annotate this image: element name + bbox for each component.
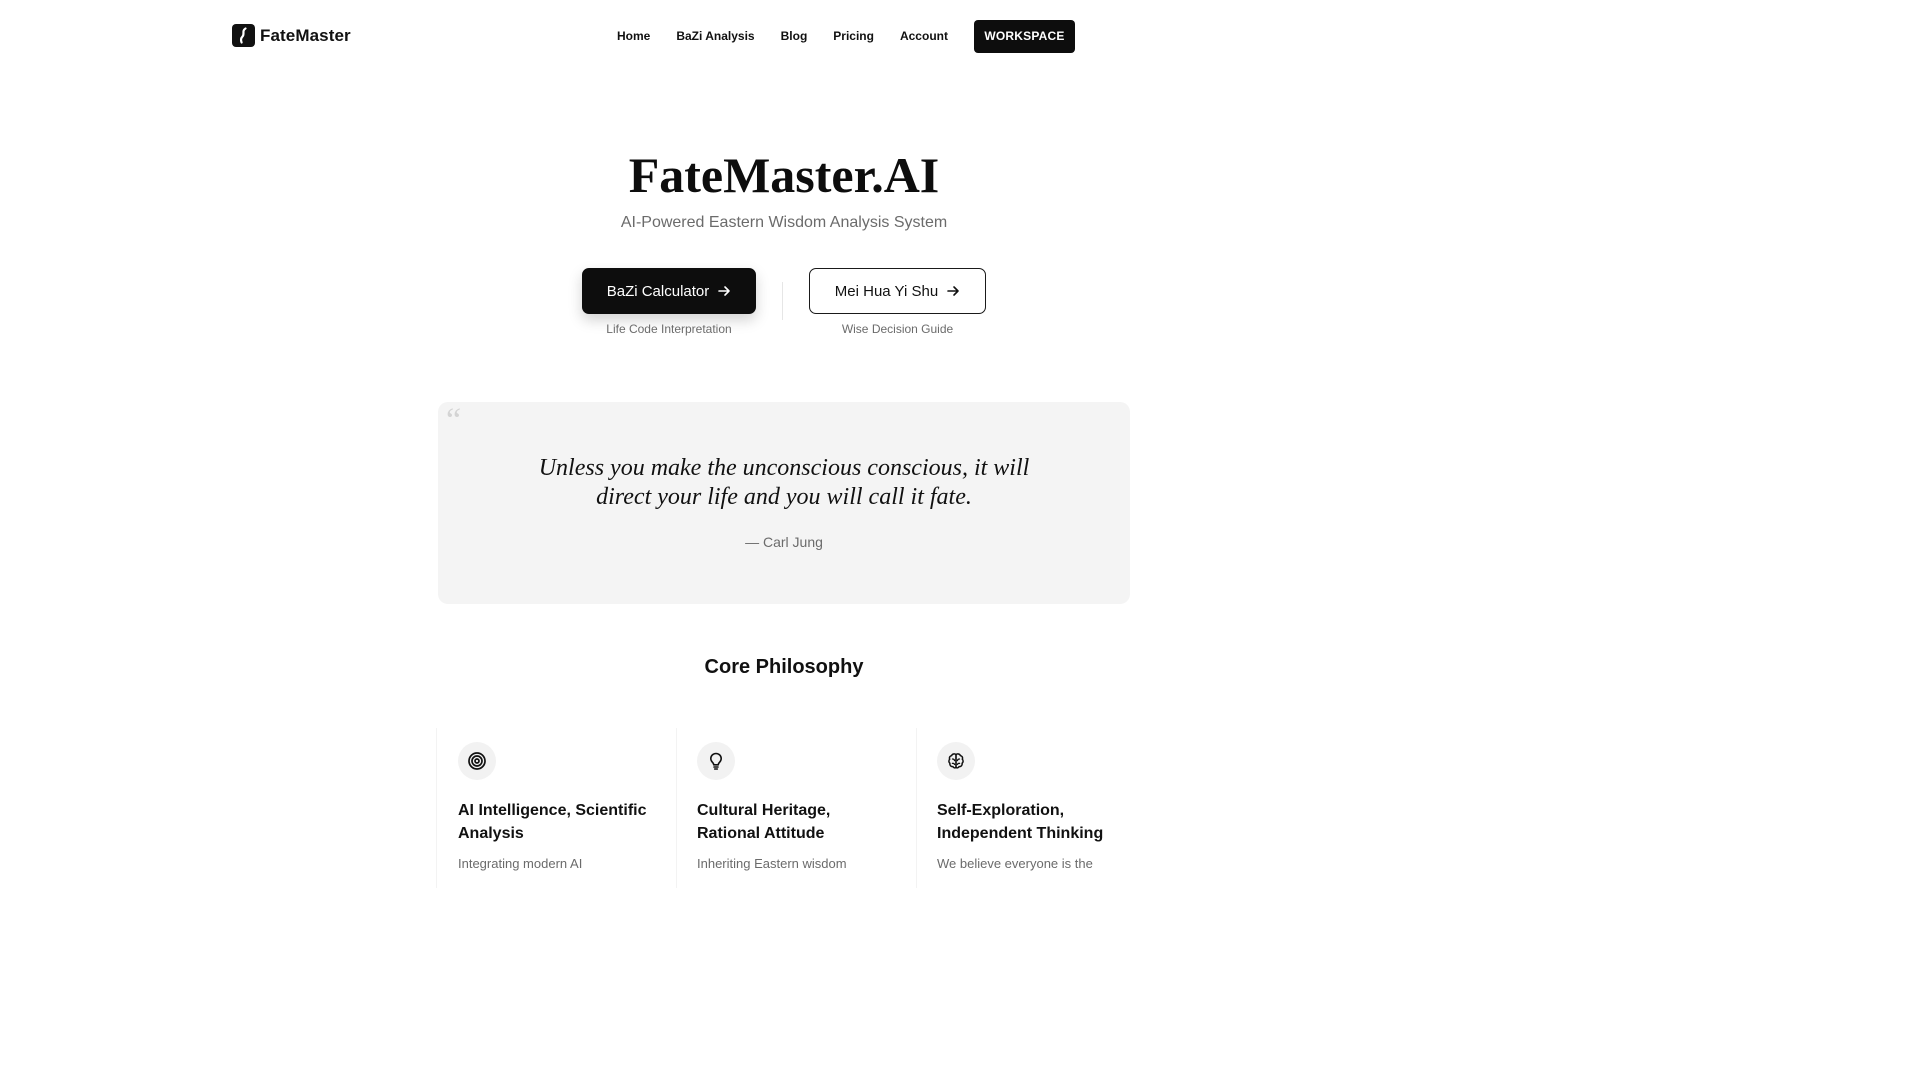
hero-title: FateMaster.AI [628, 147, 940, 203]
philosophy-cards: AI Intelligence, Scientific Analysis Int… [436, 728, 1132, 888]
meihua-cta-caption: Wise Decision Guide [841, 322, 954, 336]
card-description: We believe everyone is the [937, 856, 1093, 871]
card-title: AI Intelligence, Scientific Analysis [458, 802, 647, 842]
mei-hua-yi-shu-label: Mei Hua Yi Shu [834, 282, 939, 300]
brand-name: FateMaster [260, 25, 351, 45]
cta-row: BaZi Calculator Life Code Interpretation… [0, 268, 1568, 348]
brain-icon [937, 742, 975, 780]
quote-author: — Carl Jung [745, 534, 823, 550]
quote-mark-icon: “ [446, 402, 462, 439]
logo-icon [232, 24, 255, 47]
nav-link-bazi-analysis[interactable]: BaZi Analysis [663, 19, 767, 53]
main-nav: Home BaZi Analysis Blog Pricing Account … [604, 19, 1075, 53]
card-title: Self-Exploration, Independent Thinking [937, 802, 1104, 842]
core-philosophy-title: Core Philosophy [704, 656, 864, 678]
bazi-calculator-button[interactable]: BaZi Calculator [582, 268, 756, 314]
site-header: FateMaster Home BaZi Analysis Blog Prici… [0, 0, 1568, 72]
card-title: Cultural Heritage, Rational Attitude [697, 802, 831, 842]
nav-link-blog[interactable]: Blog [768, 19, 821, 53]
philosophy-card: AI Intelligence, Scientific Analysis Int… [436, 728, 651, 888]
nav-link-account[interactable]: Account [887, 19, 961, 53]
mei-hua-yi-shu-button[interactable]: Mei Hua Yi Shu [809, 268, 986, 314]
brand-logo[interactable]: FateMaster [232, 24, 351, 47]
quote-card: “ Unless you make the unconscious consci… [438, 402, 1130, 604]
workspace-button[interactable]: WORKSPACE [973, 19, 1075, 53]
hero-subtitle: AI-Powered Eastern Wisdom Analysis Syste… [620, 214, 948, 231]
quote-text: Unless you make the unconscious consciou… [538, 455, 1030, 510]
arrow-right-icon [717, 284, 731, 298]
bazi-cta-caption: Life Code Interpretation [606, 322, 732, 336]
target-icon [458, 742, 496, 780]
bazi-calculator-label: BaZi Calculator [606, 282, 710, 300]
cta-divider [782, 282, 783, 320]
nav-link-pricing[interactable]: Pricing [820, 19, 887, 53]
lightbulb-icon [697, 742, 735, 780]
bazi-cta-group: BaZi Calculator Life Code Interpretation [582, 268, 756, 336]
arrow-right-icon [946, 284, 960, 298]
card-description: Inheriting Eastern wisdom [697, 856, 847, 871]
philosophy-card: Self-Exploration, Independent Thinking W… [916, 728, 1131, 888]
card-description: Integrating modern AI [458, 856, 583, 871]
meihua-cta-group: Mei Hua Yi Shu Wise Decision Guide [809, 268, 986, 336]
nav-link-home[interactable]: Home [604, 19, 663, 53]
philosophy-card: Cultural Heritage, Rational Attitude Inh… [676, 728, 891, 888]
